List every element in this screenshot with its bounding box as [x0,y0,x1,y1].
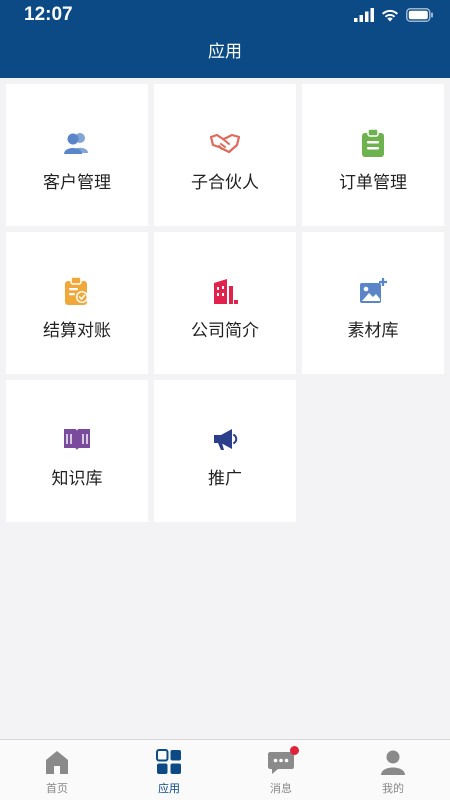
building-icon [210,276,240,306]
image-add-icon [358,276,388,306]
tab-apps[interactable]: 应用 [113,740,225,800]
tab-messages[interactable]: 消息 [225,740,337,800]
tab-home[interactable]: 首页 [1,740,113,800]
tab-label: 应用 [158,782,180,795]
app-tile-promotion[interactable]: 推广 [154,380,296,522]
app-label: 子合伙人 [191,173,259,193]
apps-grid-icon [155,748,183,776]
customers-icon [62,128,92,158]
book-icon [62,424,92,454]
app-tile-materials[interactable]: 素材库 [302,232,444,374]
tab-profile[interactable]: 我的 [337,740,449,800]
signal-icon [354,8,374,22]
battery-icon [406,8,433,22]
app-label: 知识库 [51,469,103,489]
handshake-icon [210,128,240,158]
home-icon [43,748,71,776]
app-label: 结算对账 [43,321,111,341]
app-tile-company-profile[interactable]: 公司简介 [154,232,296,374]
app-label: 素材库 [347,321,399,341]
message-icon [267,746,299,776]
status-time: 12:07 [24,4,73,25]
status-bar: 12:07 [0,0,450,30]
app-label: 客户管理 [43,173,111,193]
user-icon [379,748,407,776]
app-tile-sub-partners[interactable]: 子合伙人 [154,84,296,226]
page-title: 应用 [208,42,242,62]
settlement-clipboard-icon [62,276,92,306]
tab-label: 我的 [382,782,404,795]
tab-label: 首页 [46,782,68,795]
clipboard-icon [358,128,388,158]
app-tile-settlement[interactable]: 结算对账 [6,232,148,374]
app-tile-knowledge-base[interactable]: 知识库 [6,380,148,522]
app-label: 公司简介 [191,321,259,341]
nav-bar: 应用 [0,30,450,78]
status-icons [354,7,434,23]
app-label: 推广 [208,469,242,489]
tab-bar: 首页 应用 消息 我的 [0,739,450,800]
megaphone-icon [210,424,240,454]
wifi-icon [382,9,398,22]
app-tile-customers[interactable]: 客户管理 [6,84,148,226]
app-tile-orders[interactable]: 订单管理 [302,84,444,226]
app-label: 订单管理 [339,173,407,193]
unread-badge [290,746,299,755]
tab-label: 消息 [270,782,292,795]
